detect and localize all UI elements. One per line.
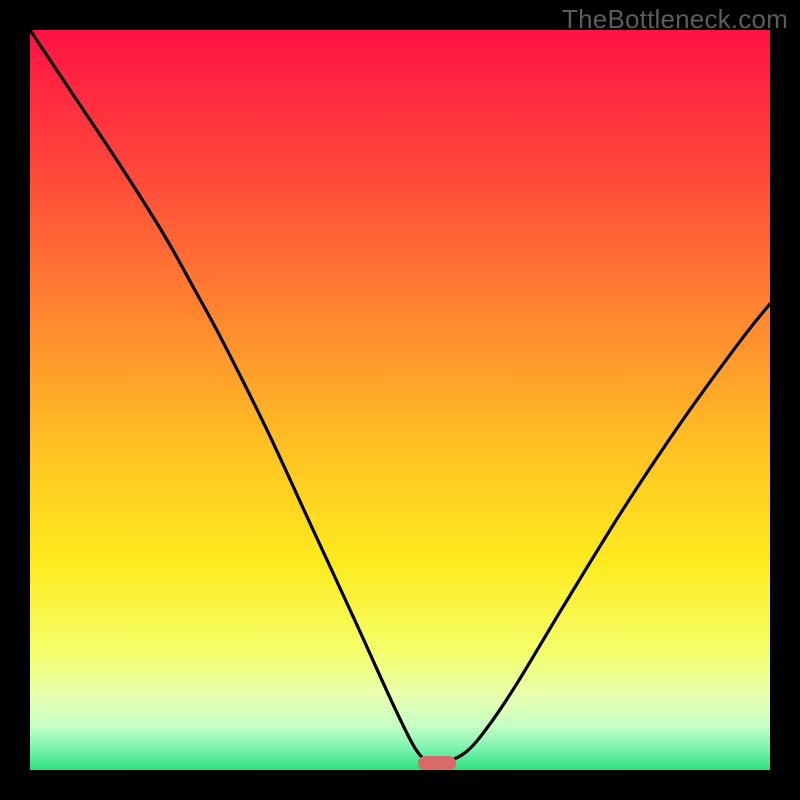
plot-area [30,30,770,770]
bottleneck-chart: TheBottleneck.com [0,0,800,800]
bottleneck-curve [30,30,770,770]
watermark-text: TheBottleneck.com [562,4,788,35]
optimum-marker [418,756,456,770]
